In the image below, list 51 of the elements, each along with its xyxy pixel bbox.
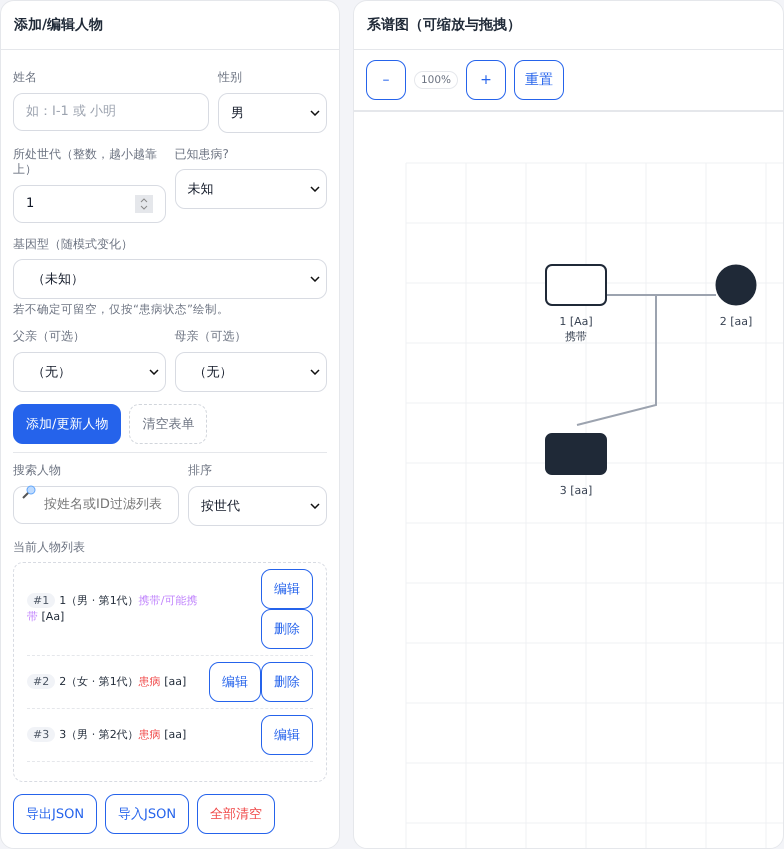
chevron-down-icon [310, 110, 320, 116]
clear-all-button[interactable]: 全部清空 [197, 794, 276, 834]
search-field[interactable]: 按姓名或ID过滤列表 [13, 486, 179, 524]
reset-button[interactable]: 重置 [514, 60, 564, 100]
mother-select[interactable]: （无） [174, 352, 327, 392]
field-label: 所处世代（整数，越小越靠上） [13, 146, 158, 178]
genotype-select[interactable]: （未知） [13, 259, 327, 300]
zoom-in-button[interactable]: + [466, 60, 506, 100]
sort-select[interactable]: 按世代 [188, 486, 327, 526]
person-entry: #2 2（女 · 第1代）患病 [aa] [27, 674, 186, 690]
person-entry: #1 1（男 · 第1代）携带/可能携带 [Aa] [27, 592, 198, 626]
field-label: 排序 [188, 462, 213, 479]
chevron-down-icon [310, 276, 320, 282]
zoom-out-button[interactable]: – [366, 60, 406, 100]
name-input[interactable]: 如：I-1 或 小明 [13, 92, 209, 131]
field-label: 基因型（随模式变化） [13, 236, 134, 252]
list-label: 当前人物列表 [13, 540, 86, 556]
edit-button[interactable]: 编辑 [261, 569, 313, 610]
node-label: 2 [aa] [720, 315, 752, 328]
clear-button[interactable]: 清空表单 [129, 404, 208, 444]
chevron-down-icon [310, 502, 320, 509]
panel-title: 添加/编辑人物 [1, 1, 339, 50]
delete-button[interactable]: 删除 [261, 609, 313, 650]
stepper-icon [134, 194, 152, 213]
affected-select[interactable]: 未知 [174, 169, 327, 210]
search-icon [22, 484, 36, 499]
field-label: 母亲（可选） [174, 329, 248, 345]
node-note: 携带 [565, 330, 587, 343]
panel-title: 系谱图（可缩放与拖拽） [354, 1, 783, 50]
chevron-down-icon [310, 186, 320, 192]
zoom-level: 100% [414, 71, 458, 89]
field-hint: 若不确定可留空，仅按“患病状态”绘制。 [13, 302, 230, 318]
chevron-down-icon [310, 368, 320, 375]
json-button[interactable]: 导入JSON [105, 794, 190, 834]
node-label: 1 [Aa] [559, 315, 593, 328]
delete-button[interactable]: 删除 [261, 662, 313, 702]
generation-input[interactable]: 1 [13, 184, 166, 223]
field-label: 性别 [218, 70, 243, 86]
edit-button[interactable]: 编辑 [209, 662, 261, 702]
node-label: 3 [aa] [560, 484, 592, 497]
submit-button[interactable]: 添加/更新人物 [13, 404, 122, 444]
sex-select[interactable]: 男 [218, 92, 327, 133]
edit-button[interactable]: 编辑 [261, 715, 313, 756]
field-label: 父亲（可选） [13, 329, 86, 345]
json-button[interactable]: 导出JSON [13, 794, 98, 834]
field-label: 搜索人物 [13, 462, 62, 479]
person-entry: #3 3（男 · 第2代）患病 [aa] [27, 726, 186, 744]
field-label: 姓名 [13, 70, 38, 86]
chevron-down-icon [148, 368, 158, 375]
field-label: 已知患病? [174, 146, 230, 162]
father-select[interactable]: （无） [13, 352, 166, 392]
